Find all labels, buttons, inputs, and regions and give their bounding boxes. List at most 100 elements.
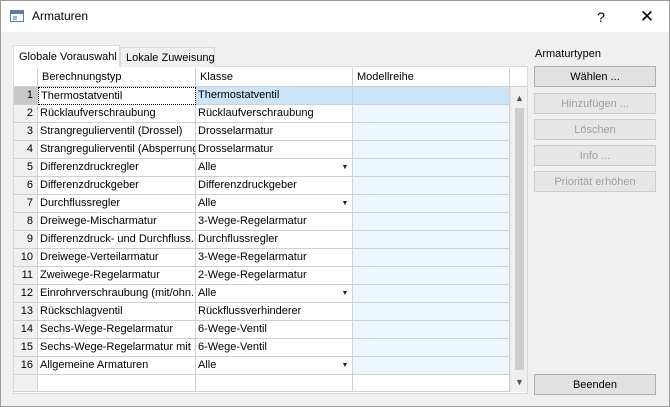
row-header[interactable]: 8 [14,213,38,231]
help-button[interactable]: ? [579,1,623,32]
cell-berechnungstyp[interactable]: Differenzdruck- und Durchfluss... [38,231,196,249]
cell-klasse[interactable]: 3-Wege-Regelarmatur [196,213,353,231]
scroll-up-arrow-icon[interactable]: ▲ [511,89,528,106]
cell-modellreihe[interactable] [353,339,510,357]
info-button[interactable]: Info ... [534,145,656,166]
cell-modellreihe[interactable] [353,249,510,267]
row-header[interactable]: 12 [14,285,38,303]
cell-modellreihe[interactable] [353,285,510,303]
table-row[interactable]: 7 Durchflussregler Alle ▼ [14,195,510,213]
cell-modellreihe[interactable] [353,87,510,105]
row-header[interactable]: 14 [14,321,38,339]
cell-berechnungstyp[interactable]: Differenzdruckgeber [38,177,196,195]
cell-modellreihe[interactable] [353,321,510,339]
table-row[interactable]: 13 Rückschlagventil Rückflussverhinderer [14,303,510,321]
cell-berechnungstyp[interactable]: Einrohrverschraubung (mit/ohn... [38,285,196,303]
cell-klasse[interactable]: 6-Wege-Ventil [196,321,353,339]
cell-berechnungstyp[interactable]: Differenzdruckregler [38,159,196,177]
cell-modellreihe[interactable] [353,159,510,177]
prioritaet-erhoehen-button[interactable]: Priorität erhöhen [534,171,656,192]
table-row[interactable]: 14 Sechs-Wege-Regelarmatur 6-Wege-Ventil [14,321,510,339]
table-row[interactable]: 1 Thermostatventil Thermostatventil [14,87,510,105]
cell-klasse[interactable]: Alle [196,159,353,177]
cell-klasse[interactable]: Drosselarmatur [196,123,353,141]
cell-modellreihe[interactable] [353,123,510,141]
column-header-klasse[interactable]: Klasse [196,68,353,87]
scroll-down-arrow-icon[interactable]: ▼ [511,373,528,390]
hinzufuegen-button[interactable]: Hinzufügen ... [534,93,656,114]
column-header-modellreihe[interactable]: Modellreihe [353,68,510,87]
row-header[interactable]: 2 [14,105,38,123]
cell-klasse[interactable]: 2-Wege-Regelarmatur [196,267,353,285]
cell-klasse[interactable]: Rücklaufverschraubung [196,105,353,123]
cell-modellreihe[interactable] [353,105,510,123]
dropdown-arrow-icon[interactable]: ▼ [339,358,351,373]
table-row[interactable]: 3 Strangregulierventil (Drossel) Drosselar… [14,123,510,141]
row-header[interactable]: 13 [14,303,38,321]
table-row[interactable]: 11 Zweiwege-Regelarmatur 2-Wege-Regelarmat… [14,267,510,285]
dropdown-arrow-icon[interactable]: ▼ [339,160,351,175]
cell-berechnungstyp[interactable]: Zweiwege-Regelarmatur [38,267,196,285]
cell-berechnungstyp[interactable]: Durchflussregler [38,195,196,213]
cell-berechnungstyp[interactable]: Sechs-Wege-Regelarmatur mit ... [38,339,196,357]
cell-modellreihe[interactable] [353,213,510,231]
cell-berechnungstyp[interactable]: Sechs-Wege-Regelarmatur [38,321,196,339]
beenden-button[interactable]: Beenden [534,374,656,395]
table-row[interactable]: 4 Strangregulierventil (Absperrung) Drosse… [14,141,510,159]
table-row[interactable]: 6 Differenzdruckgeber Differenzdruckgeber [14,177,510,195]
cell-berechnungstyp[interactable]: Rückschlagventil [38,303,196,321]
cell-berechnungstyp[interactable]: Allgemeine Armaturen [38,357,196,375]
table-row[interactable]: 12 Einrohrverschraubung (mit/ohn... Alle ▼ [14,285,510,303]
row-header[interactable]: 16 [14,357,38,375]
row-header[interactable]: 4 [14,141,38,159]
row-header[interactable]: 11 [14,267,38,285]
cell-klasse[interactable]: Alle [196,357,353,375]
close-button[interactable]: ✕ [625,1,669,32]
waehlen-button[interactable]: Wählen ... [534,66,656,87]
dropdown-arrow-icon[interactable]: ▼ [339,196,351,211]
cell-berechnungstyp[interactable]: Strangregulierventil (Drossel) [38,123,196,141]
row-header[interactable]: 3 [14,123,38,141]
cell-modellreihe[interactable] [353,357,510,375]
row-header[interactable]: 5 [14,159,38,177]
table-row[interactable]: 15 Sechs-Wege-Regelarmatur mit ... 6-Wege-… [14,339,510,357]
row-header[interactable]: 7 [14,195,38,213]
cell-klasse[interactable]: Alle [196,285,353,303]
cell-berechnungstyp[interactable]: Rücklaufverschraubung [38,105,196,123]
vertical-scrollbar[interactable]: ▲ ▼ [510,87,527,392]
table-row[interactable]: 5 Differenzdruckregler Alle ▼ [14,159,510,177]
cell-klasse[interactable]: 6-Wege-Ventil [196,339,353,357]
cell-modellreihe[interactable] [353,195,510,213]
cell-berechnungstyp[interactable]: Thermostatventil [38,87,196,105]
cell-klasse[interactable]: 3-Wege-Regelarmatur [196,249,353,267]
cell-modellreihe[interactable] [353,303,510,321]
cell-klasse[interactable]: Differenzdruckgeber [196,177,353,195]
tab-globale-vorauswahl[interactable]: Globale Vorauswahl [13,45,120,67]
table-row[interactable]: 9 Differenzdruck- und Durchfluss... Durchf… [14,231,510,249]
cell-modellreihe[interactable] [353,267,510,285]
table-row[interactable]: 16 Allgemeine Armaturen Alle ▼ [14,357,510,375]
table-row[interactable]: 10 Dreiwege-Verteilarmatur 3-Wege-Regelarm… [14,249,510,267]
tab-lokale-zuweisung[interactable]: Lokale Zuweisung [120,47,215,67]
row-header[interactable]: 6 [14,177,38,195]
cell-klasse[interactable]: Drosselarmatur [196,141,353,159]
table-row[interactable]: 8 Dreiwege-Mischarmatur 3-Wege-Regelarmatu… [14,213,510,231]
row-header[interactable]: 15 [14,339,38,357]
cell-klasse[interactable]: Alle [196,195,353,213]
loeschen-button[interactable]: Löschen [534,119,656,140]
cell-modellreihe[interactable] [353,231,510,249]
row-header[interactable]: 10 [14,249,38,267]
column-header-berechnungstyp[interactable]: Berechnungstyp [38,68,196,87]
cell-berechnungstyp[interactable]: Dreiwege-Verteilarmatur [38,249,196,267]
row-header[interactable]: 9 [14,231,38,249]
cell-klasse[interactable]: Rückflussverhinderer [196,303,353,321]
table-row[interactable]: 2 Rücklaufverschraubung Rücklaufverschraub… [14,105,510,123]
cell-klasse[interactable]: Durchflussregler [196,231,353,249]
cell-berechnungstyp[interactable]: Strangregulierventil (Absperrung) [38,141,196,159]
cell-berechnungstyp[interactable]: Dreiwege-Mischarmatur [38,213,196,231]
cell-modellreihe[interactable] [353,141,510,159]
dropdown-arrow-icon[interactable]: ▼ [339,286,351,301]
cell-modellreihe[interactable] [353,177,510,195]
cell-klasse[interactable]: Thermostatventil [196,87,353,105]
row-header[interactable]: 1 [14,87,38,105]
